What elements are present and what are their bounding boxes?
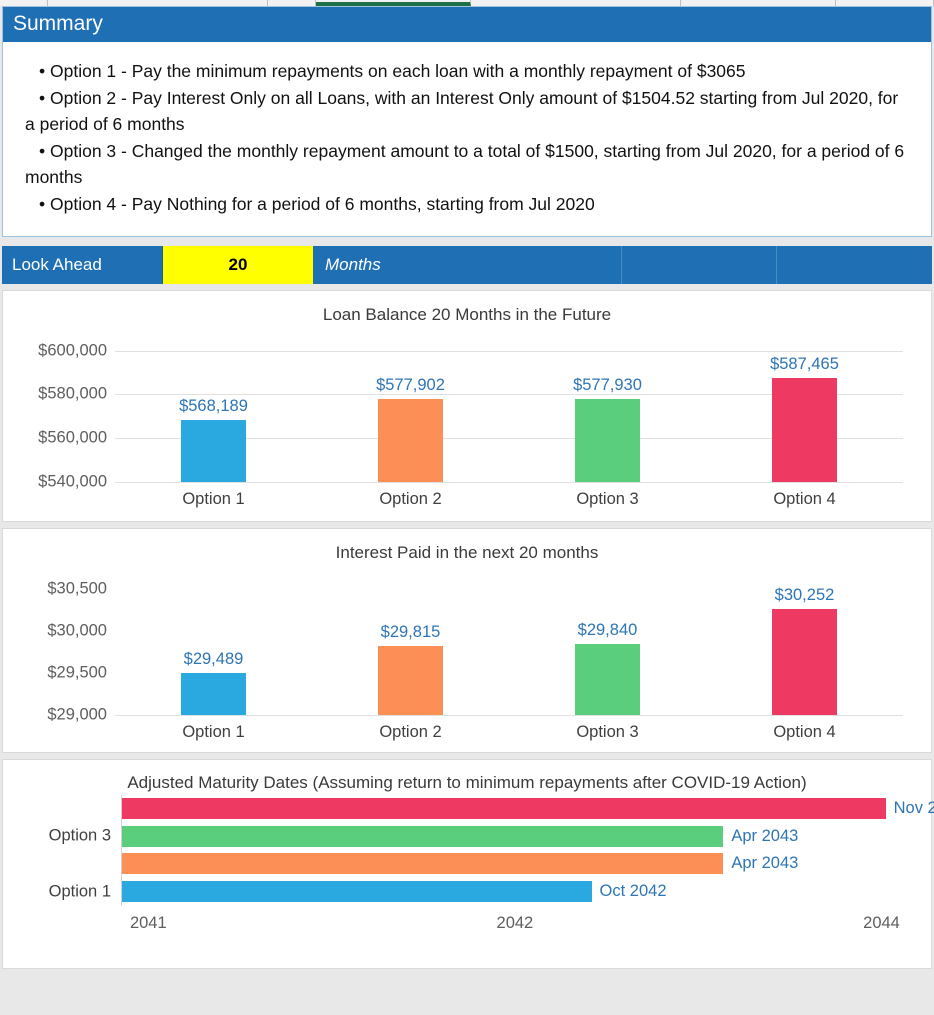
summary-body: • Option 1 - Pay the minimum repayments … bbox=[3, 42, 931, 236]
sheet-tab-strip[interactable] bbox=[0, 0, 934, 6]
x-axis-tick-label: 2044 bbox=[863, 913, 900, 932]
y-axis-tick-label: $30,500 bbox=[47, 579, 107, 598]
x-axis-category-label: Option 3 bbox=[576, 489, 639, 508]
bar-column[interactable]: $30,252 bbox=[772, 579, 837, 715]
plot-area: $568,189 $577,902 $577,930 $587,465 bbox=[115, 348, 903, 483]
sheet-tab-4[interactable] bbox=[316, 0, 471, 6]
bar-column[interactable]: $29,840 bbox=[575, 614, 640, 715]
plot-area: $29,489 $29,815 $29,840 $30,252 bbox=[115, 586, 903, 716]
bar-rect[interactable] bbox=[378, 398, 443, 482]
x-axis-category-label: Option 1 bbox=[182, 722, 245, 741]
x-axis-category-label: Option 3 bbox=[576, 722, 639, 741]
bar-value-label: $577,930 bbox=[573, 375, 642, 394]
sheet-tab-6[interactable] bbox=[681, 0, 836, 6]
gridline bbox=[115, 481, 903, 483]
chart-title-maturity-dates: Adjusted Maturity Dates (Assuming return… bbox=[127, 772, 807, 792]
bar-rect[interactable] bbox=[181, 673, 246, 715]
summary-bullet: • Option 2 - Pay Interest Only on all Lo… bbox=[25, 87, 899, 135]
bar-column[interactable]: $29,489 bbox=[181, 643, 246, 715]
summary-bullet: • Option 1 - Pay the minimum repayments … bbox=[39, 61, 746, 82]
x-axis-category-label: Option 1 bbox=[182, 489, 245, 508]
bar-value-label: $568,189 bbox=[179, 397, 248, 416]
look-ahead-label: Look Ahead bbox=[2, 245, 163, 284]
chart-maturity-dates: Nov 2043 Apr 2043 Option 3 Apr 2043 Oct 2042… bbox=[3, 794, 934, 940]
bar-column[interactable]: $587,465 bbox=[770, 348, 839, 482]
y-axis-tick-label: $540,000 bbox=[38, 472, 107, 491]
chart-panel-loan-balance: Loan Balance 20 Months in the Future $56… bbox=[2, 289, 932, 522]
bar-rect[interactable] bbox=[122, 881, 592, 903]
y-axis-tick-label: $29,000 bbox=[47, 705, 107, 724]
bar-column[interactable]: $577,902 bbox=[376, 369, 445, 482]
summary-header: Summary bbox=[3, 7, 931, 43]
x-axis-category-label: Option 4 bbox=[773, 722, 836, 741]
bar-value-label: Nov 2043 bbox=[893, 798, 934, 817]
bar-row[interactable]: Oct 2042 bbox=[122, 881, 667, 903]
bar-column[interactable]: $568,189 bbox=[179, 390, 248, 482]
bar-rect[interactable] bbox=[122, 797, 886, 819]
chart-interest-paid: $29,489 $29,815 $29,840 $30,252 $29,000 $29,5… bbox=[3, 571, 931, 751]
bar-value-label: $29,815 bbox=[380, 623, 441, 642]
summary-panel: Summary • Option 1 - Pay the minimum rep… bbox=[2, 6, 932, 237]
bar-rect[interactable] bbox=[122, 825, 724, 847]
bar-value-label: Apr 2043 bbox=[731, 854, 799, 873]
bar-value-label: Apr 2043 bbox=[731, 826, 799, 845]
bar-rect[interactable] bbox=[181, 420, 246, 482]
bar-value-label: $577,902 bbox=[376, 375, 445, 394]
chart-title-loan-balance: Loan Balance 20 Months in the Future bbox=[322, 304, 612, 324]
y-axis-tick-label: $29,500 bbox=[47, 663, 107, 682]
x-axis-tick-label: 2041 bbox=[129, 913, 167, 932]
gridline bbox=[115, 714, 903, 716]
bar-rect[interactable] bbox=[772, 377, 837, 482]
y-axis-tick-label: $560,000 bbox=[38, 428, 107, 447]
summary-bullet: • Option 4 - Pay Nothing for a period of… bbox=[39, 194, 595, 215]
bar-rect[interactable] bbox=[575, 398, 640, 482]
chart-loan-balance: $568,189 $577,902 $577,930 $587,465 $540,000… bbox=[3, 333, 931, 518]
bar-row[interactable]: Nov 2043 bbox=[122, 797, 934, 819]
y-axis-labels: $540,000 $560,000 $580,000 $600,000 bbox=[3, 341, 107, 490]
bar-value-label: Oct 2042 bbox=[599, 882, 667, 901]
x-axis-tick-label: 2042 bbox=[496, 913, 534, 932]
chart-title-interest-paid: Interest Paid in the next 20 months bbox=[335, 542, 599, 562]
bar-value-label: $29,840 bbox=[577, 621, 638, 639]
bar-row[interactable]: Apr 2043 bbox=[122, 853, 799, 875]
chart-panel-interest-paid: Interest Paid in the next 20 months $29,… bbox=[2, 527, 932, 753]
sheet-tab-5[interactable] bbox=[471, 0, 681, 6]
sheet-tab-2[interactable] bbox=[48, 0, 268, 6]
y-axis-tick-label: $580,000 bbox=[38, 384, 107, 403]
y-axis-labels: $29,000 $29,500 $30,000 $30,500 bbox=[3, 579, 107, 723]
summary-bullet: • Option 3 - Changed the monthly repayme… bbox=[25, 140, 905, 188]
sheet-tab-3[interactable] bbox=[268, 0, 316, 6]
x-axis-category-label: Option 2 bbox=[379, 489, 442, 508]
look-ahead-spacer-2 bbox=[777, 246, 932, 284]
look-ahead-units: Months bbox=[313, 245, 622, 284]
bar-rect[interactable] bbox=[575, 644, 640, 715]
bar-row[interactable]: Apr 2043 bbox=[122, 825, 799, 847]
bar-value-label: $587,465 bbox=[770, 354, 839, 373]
chart-panel-maturity-dates: Adjusted Maturity Dates (Assuming return… bbox=[2, 758, 934, 969]
x-axis-category-label: Option 4 bbox=[773, 489, 836, 508]
sheet-tab-7[interactable] bbox=[836, 0, 934, 6]
bar-column[interactable]: $577,930 bbox=[573, 369, 642, 482]
x-axis-category-label: Option 2 bbox=[379, 722, 442, 741]
bar-rect[interactable] bbox=[772, 609, 837, 715]
y-axis-tick-label: $30,000 bbox=[47, 621, 107, 640]
bar-column[interactable]: $29,815 bbox=[378, 616, 443, 715]
look-ahead-input[interactable]: 20 bbox=[163, 245, 313, 284]
bar-value-label: $29,489 bbox=[183, 650, 244, 669]
look-ahead-spacer-1 bbox=[622, 245, 777, 284]
y-axis-category-label: Option 3 bbox=[48, 826, 111, 845]
look-ahead-bar: Look Ahead 20 Months bbox=[2, 245, 932, 284]
bar-rect[interactable] bbox=[122, 853, 724, 875]
y-axis-tick-label: $600,000 bbox=[38, 341, 107, 360]
bar-value-label: $30,252 bbox=[774, 586, 835, 605]
bar-rect[interactable] bbox=[378, 646, 443, 715]
sheet-tab-1[interactable] bbox=[0, 0, 48, 6]
y-axis-category-label: Option 1 bbox=[48, 882, 111, 901]
